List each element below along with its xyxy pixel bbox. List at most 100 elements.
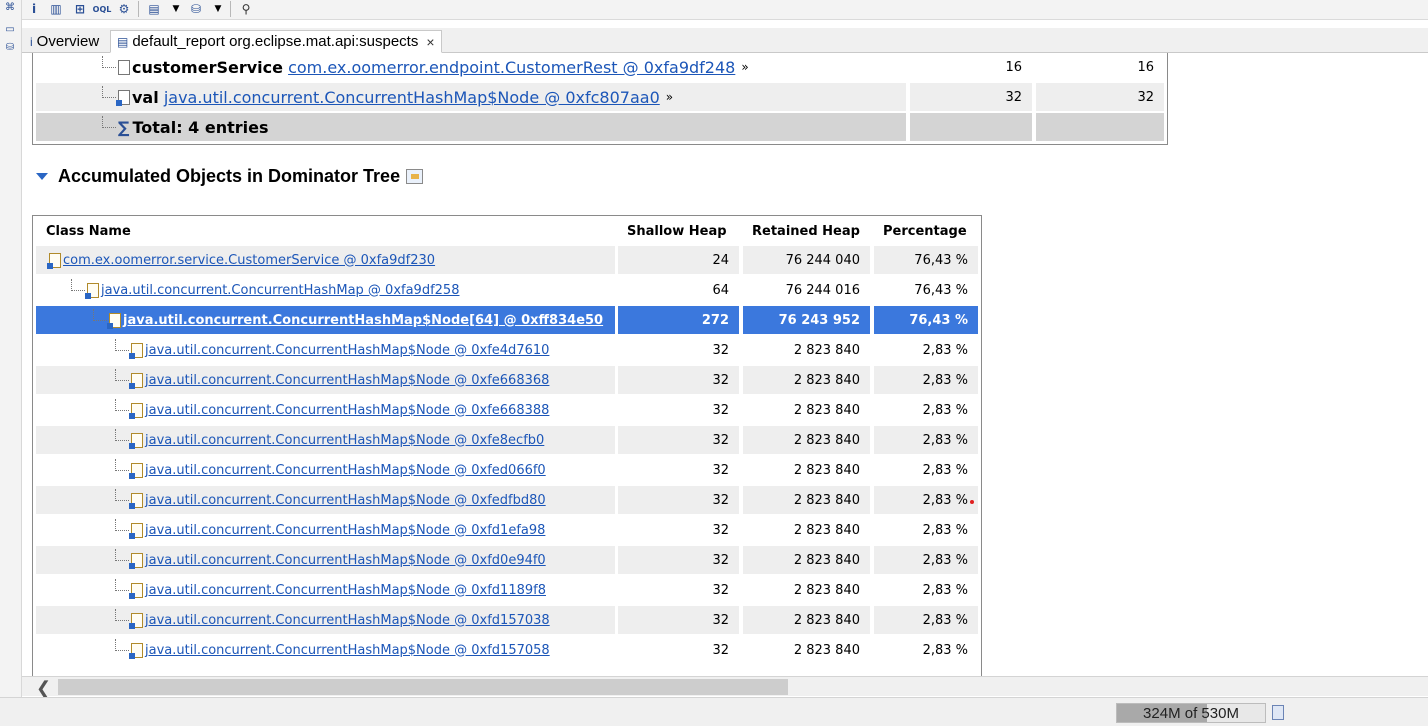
fields-table: customerService com.ex.oomerror.endpoint…: [32, 53, 1168, 145]
table-row[interactable]: java.util.concurrent.ConcurrentHashMap$N…: [33, 306, 981, 336]
object-icon: [116, 89, 130, 106]
section-header[interactable]: Accumulated Objects in Dominator Tree: [36, 165, 424, 187]
table-row[interactable]: customerService com.ex.oomerror.endpoint…: [33, 53, 1167, 83]
horizontal-scrollbar[interactable]: ❮: [22, 676, 1428, 699]
class-name-cell: java.util.concurrent.ConcurrentHashMap$N…: [36, 576, 615, 604]
object-link[interactable]: java.util.concurrent.ConcurrentHashMap$N…: [145, 403, 549, 418]
thread-icon[interactable]: ⚙: [116, 1, 132, 17]
class-name-cell: java.util.concurrent.ConcurrentHashMap$N…: [36, 606, 615, 634]
navigation-icon[interactable]: ⌘: [3, 2, 17, 14]
table-row[interactable]: java.util.concurrent.ConcurrentHashMap$N…: [33, 426, 981, 456]
retained-heap-cell: 2 823 840: [743, 486, 870, 514]
object-link[interactable]: java.util.concurrent.ConcurrentHashMap$N…: [123, 313, 603, 328]
main-toolbar: i ▥ ⊞ OQL ⚙ ▤ ▼ ⛁ ▼ ⚲: [22, 0, 1428, 20]
oql-icon[interactable]: OQL: [93, 1, 112, 17]
info-icon[interactable]: i: [26, 1, 42, 17]
tree-connector: [115, 489, 129, 501]
column-header-retained-heap[interactable]: Retained Heap: [752, 216, 860, 246]
tab-default-report[interactable]: ▤ default_report org.eclipse.mat.api:sus…: [110, 30, 442, 53]
tree-connector: [115, 339, 129, 351]
tree-connector: [115, 399, 129, 411]
column-header-percentage[interactable]: Percentage: [883, 216, 967, 246]
retained-heap-cell: 32: [1036, 83, 1164, 111]
percentage-cell: 2,83 %: [874, 606, 978, 634]
table-row[interactable]: java.util.concurrent.ConcurrentHashMap$N…: [33, 486, 981, 516]
shallow-heap-cell: 32: [910, 83, 1032, 111]
heap-status-label: 324M of 530M: [1143, 704, 1239, 722]
object-link[interactable]: java.util.concurrent.ConcurrentHashMap$N…: [145, 523, 545, 538]
heap-dump-icon[interactable]: ⛁: [188, 1, 204, 17]
object-link[interactable]: com.ex.oomerror.service.CustomerService …: [63, 253, 435, 268]
object-icon: [129, 432, 143, 449]
object-icon: [129, 582, 143, 599]
percentage-cell: 76,43 %: [874, 246, 978, 274]
dominator-tree-icon[interactable]: ⊞: [72, 1, 88, 17]
left-side-strip: ⌘ ▭ ⛁: [0, 0, 22, 700]
restore-icon[interactable]: ▭: [3, 24, 17, 36]
search-icon[interactable]: ⚲: [238, 1, 254, 17]
object-link[interactable]: java.util.concurrent.ConcurrentHashMap$N…: [145, 613, 550, 628]
table-row[interactable]: java.util.concurrent.ConcurrentHashMap$N…: [33, 636, 981, 666]
class-name-cell: java.util.concurrent.ConcurrentHashMap$N…: [36, 306, 615, 334]
class-name-cell: java.util.concurrent.ConcurrentHashMap$N…: [36, 336, 615, 364]
table-row[interactable]: java.util.concurrent.ConcurrentHashMap$N…: [33, 336, 981, 366]
table-row[interactable]: java.util.concurrent.ConcurrentHashMap$N…: [33, 366, 981, 396]
garbage-collect-icon[interactable]: [1272, 705, 1284, 720]
object-link[interactable]: java.util.concurrent.ConcurrentHashMap$N…: [145, 343, 549, 358]
object-link[interactable]: com.ex.oomerror.endpoint.CustomerRest @ …: [288, 58, 735, 77]
object-link[interactable]: java.util.concurrent.ConcurrentHashMap$N…: [145, 373, 549, 388]
expand-more-icon[interactable]: »: [741, 60, 748, 74]
shallow-heap-cell: 32: [618, 336, 739, 364]
table-row[interactable]: val java.util.concurrent.ConcurrentHashM…: [33, 83, 1167, 113]
query-browser-icon[interactable]: ▤: [146, 1, 162, 17]
table-row[interactable]: java.util.concurrent.ConcurrentHashMap$N…: [33, 396, 981, 426]
shallow-heap-cell: 272: [618, 306, 739, 334]
status-bar: 324M of 530M: [0, 697, 1428, 726]
expand-more-icon[interactable]: »: [666, 90, 673, 104]
table-row[interactable]: java.util.concurrent.ConcurrentHashMap$N…: [33, 456, 981, 486]
field-cell: customerService com.ex.oomerror.endpoint…: [36, 53, 906, 81]
object-link[interactable]: java.util.concurrent.ConcurrentHashMap$N…: [145, 583, 546, 598]
shallow-heap-cell: 32: [618, 486, 739, 514]
open-in-view-icon[interactable]: [406, 168, 424, 184]
scroll-left-icon[interactable]: ❮: [36, 678, 51, 699]
object-link[interactable]: java.util.concurrent.ConcurrentHashMap$N…: [145, 493, 546, 508]
table-row[interactable]: java.util.concurrent.ConcurrentHashMap$N…: [33, 576, 981, 606]
tab-overview[interactable]: i Overview: [24, 30, 105, 53]
object-link[interactable]: java.util.concurrent.ConcurrentHashMap$N…: [145, 643, 550, 658]
object-link[interactable]: java.util.concurrent.ConcurrentHashMap @…: [101, 283, 459, 298]
sum-icon: ∑: [118, 117, 130, 137]
percentage-cell: 76,43 %: [874, 306, 978, 334]
shallow-heap-cell: 32: [618, 576, 739, 604]
tree-connector: [115, 609, 129, 621]
retained-heap-cell: 2 823 840: [743, 636, 870, 664]
heap-dump-history-icon[interactable]: ⛁: [3, 42, 17, 54]
table-row[interactable]: java.util.concurrent.ConcurrentHashMap$N…: [33, 606, 981, 636]
class-name-cell: java.util.concurrent.ConcurrentHashMap$N…: [36, 396, 615, 424]
class-name-cell: java.util.concurrent.ConcurrentHashMap$N…: [36, 486, 615, 514]
column-header-shallow-heap[interactable]: Shallow Heap: [627, 216, 727, 246]
scrollbar-thumb[interactable]: [58, 679, 788, 695]
total-row: ∑ Total: 4 entries: [33, 113, 1167, 144]
object-link[interactable]: java.util.concurrent.ConcurrentHashMap$N…: [164, 88, 660, 107]
object-icon: [85, 282, 99, 299]
collapse-triangle-icon[interactable]: [36, 172, 48, 180]
cursor-marker: [970, 500, 974, 504]
dropdown-arrow-icon[interactable]: ▼: [168, 1, 184, 17]
object-link[interactable]: java.util.concurrent.ConcurrentHashMap$N…: [145, 553, 546, 568]
table-row[interactable]: java.util.concurrent.ConcurrentHashMap$N…: [33, 546, 981, 576]
retained-heap-cell: 76 244 040: [743, 246, 870, 274]
percentage-cell: 2,83 %: [874, 576, 978, 604]
table-row[interactable]: java.util.concurrent.ConcurrentHashMap$N…: [33, 516, 981, 546]
close-icon[interactable]: ×: [426, 34, 434, 50]
dropdown-arrow-icon[interactable]: ▼: [210, 1, 226, 17]
table-row[interactable]: java.util.concurrent.ConcurrentHashMap @…: [33, 276, 981, 306]
object-link[interactable]: java.util.concurrent.ConcurrentHashMap$N…: [145, 433, 544, 448]
column-header-class-name[interactable]: Class Name: [46, 216, 131, 246]
class-name-cell: java.util.concurrent.ConcurrentHashMap$N…: [36, 366, 615, 394]
histogram-icon[interactable]: ▥: [48, 1, 64, 17]
tree-connector: [115, 579, 129, 591]
editor-tab-bar: i Overview ▤ default_report org.eclipse.…: [22, 28, 1428, 53]
table-row[interactable]: com.ex.oomerror.service.CustomerService …: [33, 246, 981, 276]
object-link[interactable]: java.util.concurrent.ConcurrentHashMap$N…: [145, 463, 546, 478]
